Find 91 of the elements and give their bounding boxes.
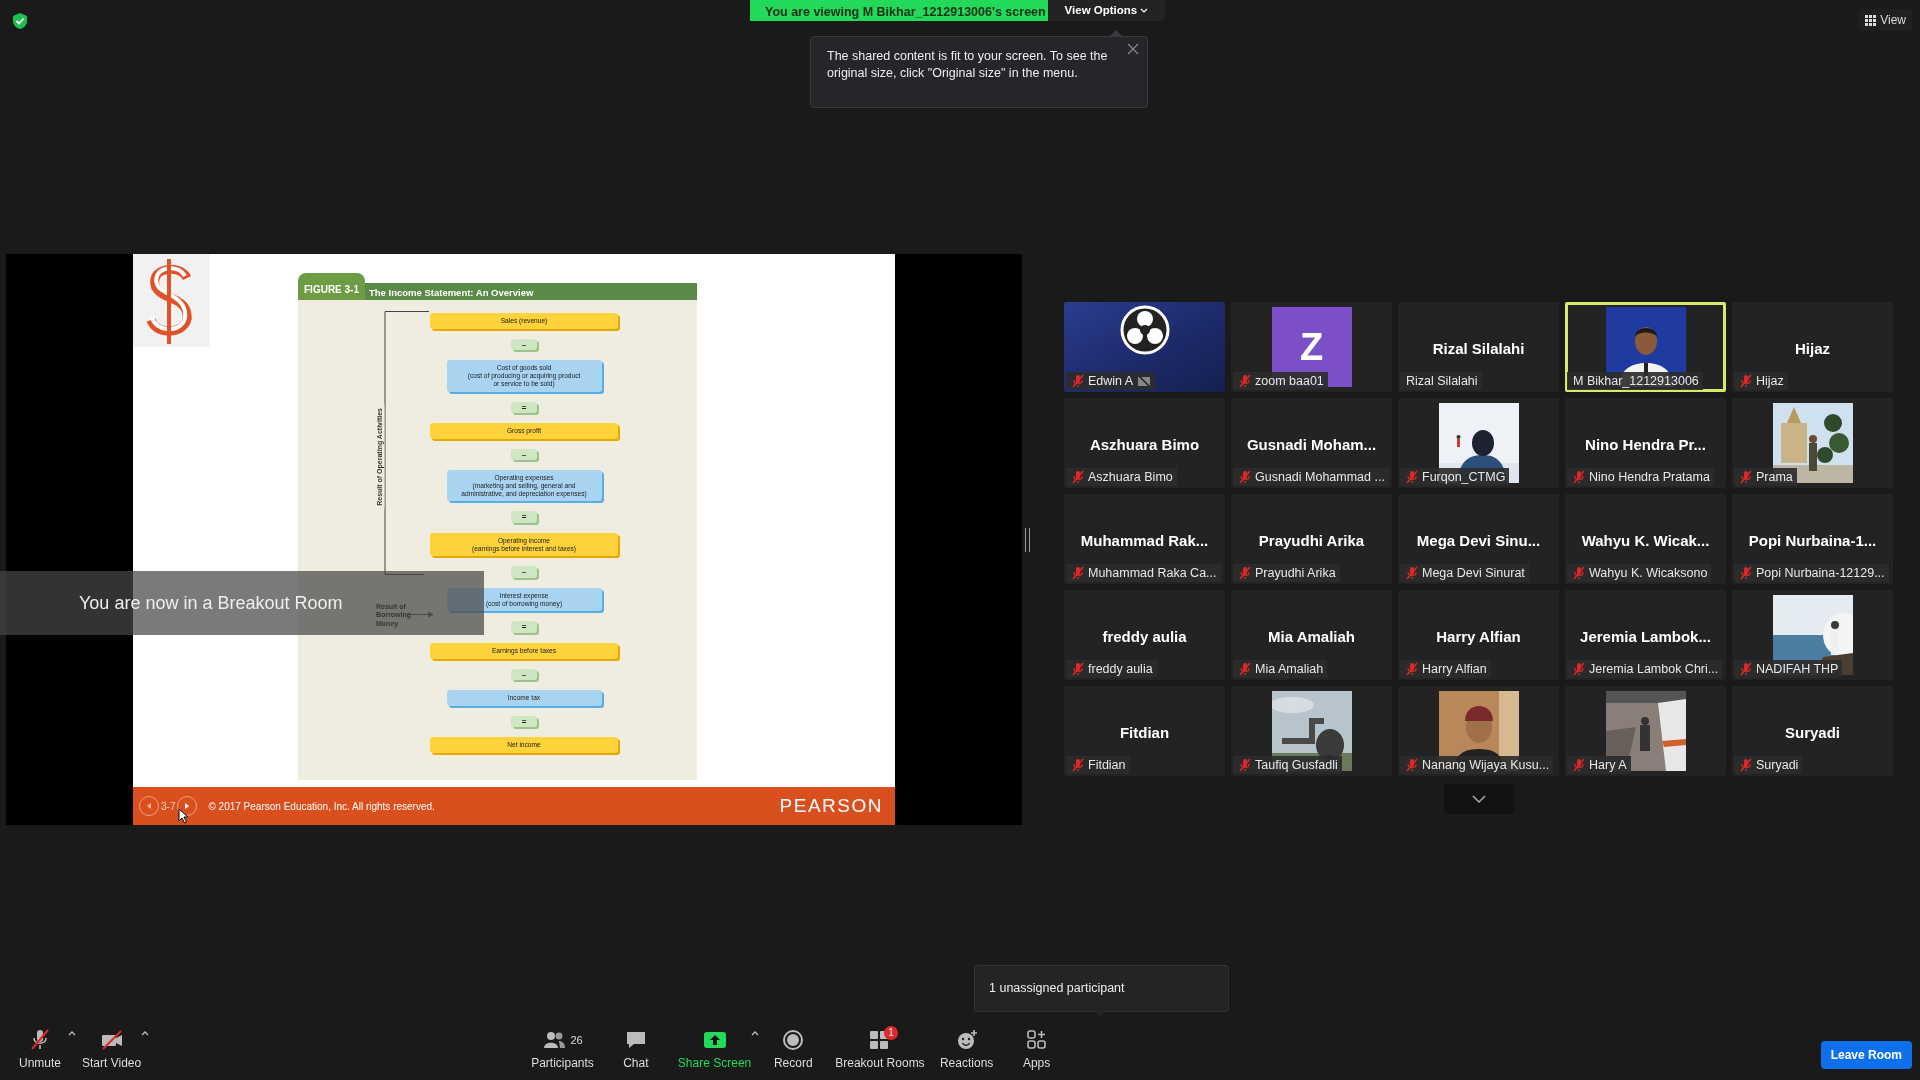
- display-name: Aszhuara Bimo: [1089, 435, 1200, 455]
- view-button[interactable]: View: [1859, 9, 1912, 31]
- participant-name: Prama: [1756, 468, 1793, 486]
- display-name: Fitdian: [1119, 723, 1170, 743]
- record-icon: [781, 1028, 806, 1052]
- participant-name: NADIFAH THP: [1756, 660, 1839, 678]
- copyright-text: © 2017 Pearson Education, Inc. All rights reserved.: [208, 799, 435, 814]
- close-icon: [1127, 43, 1139, 55]
- operator-step: –: [511, 448, 537, 461]
- muted-mic-icon: [28, 1028, 52, 1052]
- participant-name: Nino Hendra Pratama: [1589, 468, 1710, 486]
- view-options-button[interactable]: View Options: [1048, 0, 1165, 21]
- notification-text: You are now in a Breakout Room: [79, 591, 343, 615]
- participant-name: Gusnadi Mohammad ...: [1255, 468, 1385, 486]
- participants-button[interactable]: 26 Participants: [531, 1028, 594, 1072]
- participant-name: Hary A: [1589, 756, 1627, 774]
- participant-name: Rizal Silalahi: [1406, 372, 1478, 390]
- display-name: Muhammad Rak...: [1080, 531, 1209, 551]
- share-screen-button[interactable]: Share Screen: [677, 1028, 752, 1072]
- sharing-banner: You are viewing M Bikhar_1212913006's screen: [750, 0, 1048, 21]
- participant-name: Nanang Wijaya Kusu...: [1422, 756, 1550, 774]
- participant-name: Aszhuara Bimo: [1088, 468, 1173, 486]
- options-caret-button[interactable]: [751, 1030, 760, 1036]
- tooltip-text: 1 unassigned participant: [989, 980, 1125, 998]
- participant-name: Prayudhi Arika: [1255, 564, 1336, 582]
- start-video-button[interactable]: Start Video: [82, 1028, 142, 1072]
- operator-step: =: [511, 715, 537, 728]
- options-caret-button[interactable]: [68, 1030, 76, 1036]
- leave-room-button[interactable]: Leave Room: [1820, 1041, 1912, 1069]
- figure-number: FIGURE 3-1: [298, 273, 365, 300]
- notification-badge: 1: [883, 1026, 898, 1040]
- display-name: Harry Alfian: [1436, 627, 1521, 647]
- caret-icon: [68, 1030, 76, 1036]
- breakout-rooms-button[interactable]: 1 Breakout Rooms: [835, 1028, 925, 1072]
- participant-name: Fitdian: [1088, 756, 1126, 774]
- resize-handle[interactable]: [1025, 528, 1030, 552]
- close-button[interactable]: [1127, 43, 1139, 55]
- operator-step: –: [511, 668, 537, 680]
- display-name: Nino Hendra Pr...: [1585, 435, 1706, 455]
- display-name: Prayudhi Arika: [1258, 531, 1365, 551]
- display-name: Rizal Silalahi: [1432, 339, 1525, 359]
- tooltip-text: The shared content is fit to your screen. To see the original size, click "Original size" in the menu.: [827, 49, 1108, 80]
- display-name: Jeremia Lambok...: [1580, 627, 1711, 647]
- participant-name: Jeremia Lambok Chri...: [1589, 660, 1719, 678]
- operator-step: =: [511, 401, 537, 413]
- apps-icon: [1024, 1028, 1049, 1052]
- participant-name: Wahyu K. Wicaksono: [1589, 564, 1708, 582]
- publisher-logo: PEARSON: [779, 793, 883, 818]
- display-name: Suryadi: [1785, 723, 1840, 743]
- operator-step: –: [511, 566, 537, 578]
- figure-title: The Income Statement: An Overview: [365, 283, 697, 300]
- display-name: Mia Amaliah: [1268, 627, 1355, 647]
- participant-name: Popi Nurbaina-12129...: [1756, 564, 1885, 582]
- participant-name: M Bikhar_1212913006: [1573, 372, 1699, 390]
- apps-button[interactable]: Apps: [1008, 1028, 1065, 1072]
- display-name: Popi Nurbaina-1...: [1748, 531, 1877, 551]
- participant-name: Furqon_CTMG: [1422, 468, 1506, 486]
- chevron-down-icon: [1471, 795, 1486, 803]
- participant-name: freddy aulia: [1088, 660, 1153, 678]
- reactions-button[interactable]: Reactions: [938, 1028, 995, 1072]
- display-name: Mega Devi Sinu...: [1416, 531, 1541, 551]
- mouse-cursor-icon: [178, 808, 189, 824]
- caret-icon: [751, 1030, 760, 1036]
- options-caret-button[interactable]: [141, 1030, 150, 1036]
- participant-name: Muhammad Raka Ca...: [1088, 564, 1217, 582]
- grid-icon: [1865, 14, 1877, 26]
- display-name: Hijaz: [1795, 339, 1830, 359]
- participant-name: Suryadi: [1756, 756, 1799, 774]
- slide-number: 3-7: [161, 799, 176, 814]
- record-button[interactable]: Record: [765, 1028, 822, 1072]
- caret-icon: [1140, 7, 1149, 14]
- unmute-button[interactable]: Unmute: [12, 1028, 68, 1072]
- display-name: Wahyu K. Wicak...: [1581, 531, 1710, 551]
- shield-icon: [12, 12, 28, 30]
- participant-name: Mega Devi Sinurat: [1422, 564, 1525, 582]
- chat-button[interactable]: Chat: [607, 1028, 664, 1072]
- circle-logo-icon: [1119, 305, 1170, 355]
- caret-icon: [141, 1030, 150, 1036]
- participant-name: Hijaz: [1756, 372, 1784, 390]
- participant-name: Edwin A: [1088, 372, 1134, 390]
- display-name: freddy aulia: [1102, 627, 1187, 647]
- participant-name: Taufiq Gusfadli: [1255, 756, 1338, 774]
- operator-step: =: [511, 621, 537, 633]
- operator-step: =: [511, 511, 537, 523]
- operator-step: –: [511, 338, 537, 351]
- display-name: Gusnadi Moham...: [1246, 435, 1377, 455]
- video-off-icon: [99, 1028, 124, 1052]
- participant-name: Mia Amaliah: [1255, 660, 1324, 678]
- participant-name: zoom baa01: [1255, 372, 1324, 390]
- participant-count: 26: [570, 1032, 583, 1048]
- participant-name: Harry Alfian: [1422, 660, 1487, 678]
